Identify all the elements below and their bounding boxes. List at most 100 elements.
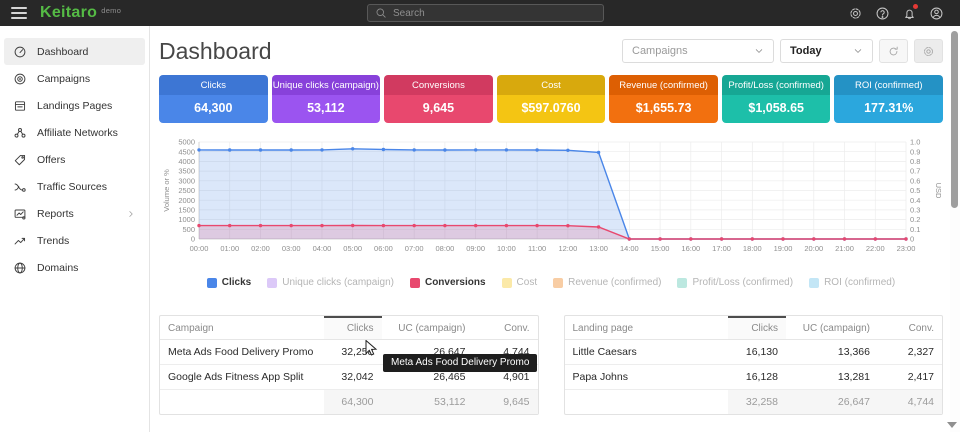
scrollbar-thumb[interactable]	[951, 31, 958, 208]
sidebar-item-offers[interactable]: Offers	[4, 146, 145, 173]
legend-item-roi-confirmed[interactable]: ROI (confirmed)	[809, 277, 895, 288]
legend-item-profit-loss-confirmed[interactable]: Profit/Loss (confirmed)	[677, 277, 793, 288]
refresh-icon	[887, 45, 900, 58]
sidebar-item-label: Landings Pages	[37, 100, 136, 112]
legend-item-unique-clicks-campaign[interactable]: Unique clicks (campaign)	[267, 277, 394, 288]
sidebar-item-affiliate-networks[interactable]: Affiliate Networks	[4, 119, 145, 146]
legend-label: Cost	[517, 277, 538, 288]
chart-legend: Clicks Unique clicks (campaign) Conversion…	[159, 277, 943, 288]
refresh-button[interactable]	[879, 39, 908, 63]
sidebar-item-traffic-sources[interactable]: Traffic Sources	[4, 173, 145, 200]
legend-item-cost[interactable]: Cost	[502, 277, 538, 288]
stat-card-clicks[interactable]: Clicks64,300	[159, 75, 268, 123]
table-row[interactable]: Papa Johns16,12813,2812,417	[565, 365, 943, 390]
sidebar: Dashboard Campaigns Landings Pages Affiliat…	[0, 26, 150, 432]
page-header: Dashboard Campaigns Today	[159, 34, 943, 68]
sidebar-item-label: Affiliate Networks	[37, 127, 136, 139]
svg-text:14:00: 14:00	[620, 244, 639, 253]
legend-item-conversions[interactable]: Conversions	[410, 277, 486, 288]
stat-card-revenue-confirmed[interactable]: Revenue (confirmed)$1,655.73	[609, 75, 718, 123]
svg-text:0: 0	[191, 235, 195, 244]
landings-icon	[13, 99, 27, 113]
svg-text:0.2: 0.2	[910, 215, 920, 224]
traffic-chart-svg: 00:0001:0002:0003:0004:0005:0006:0007:00…	[159, 135, 944, 263]
column-header-campaign[interactable]: Campaign	[160, 317, 324, 340]
svg-text:11:00: 11:00	[528, 244, 546, 253]
svg-text:500: 500	[182, 225, 195, 234]
row-name-cell[interactable]: Google Ads Fitness App Split	[160, 365, 324, 390]
column-header-clicks[interactable]: Clicks	[728, 317, 786, 340]
stat-card-cost[interactable]: Cost$597.0760	[497, 75, 606, 123]
sidebar-item-label: Campaigns	[37, 73, 136, 85]
svg-text:03:00: 03:00	[282, 244, 301, 253]
svg-text:02:00: 02:00	[251, 244, 270, 253]
sidebar-item-label: Trends	[37, 235, 136, 247]
total-cell	[565, 390, 729, 415]
sidebar-item-dashboard[interactable]: Dashboard	[4, 38, 145, 65]
scroll-down-arrow-icon[interactable]	[947, 422, 957, 428]
search-input[interactable]	[393, 8, 596, 19]
svg-text:1000: 1000	[178, 215, 195, 224]
svg-text:0.4: 0.4	[910, 196, 920, 205]
legend-label: Unique clicks (campaign)	[282, 277, 394, 288]
help-icon[interactable]	[874, 5, 890, 21]
column-header-clicks[interactable]: Clicks	[324, 317, 382, 340]
sidebar-item-landings-pages[interactable]: Landings Pages	[4, 92, 145, 119]
sidebar-item-campaigns[interactable]: Campaigns	[4, 65, 145, 92]
chevron-right-icon	[126, 209, 136, 219]
legend-swatch	[553, 278, 563, 288]
svg-text:0.1: 0.1	[910, 225, 920, 234]
row-name-cell[interactable]: Meta Ads Food Delivery Promo	[160, 340, 324, 365]
trends-icon	[13, 234, 27, 248]
stat-card-profit-loss-confirmed[interactable]: Profit/Loss (confirmed)$1,058.65	[722, 75, 831, 123]
affiliate-networks-icon	[13, 126, 27, 140]
totals-row: 32,25826,6474,744	[565, 390, 943, 415]
row-name-cell[interactable]: Papa Johns	[565, 365, 729, 390]
row-value-cell: 32,258	[324, 340, 382, 365]
total-cell: 53,112	[382, 390, 474, 415]
account-icon[interactable]	[928, 5, 944, 21]
campaign-filter-select[interactable]: Campaigns	[622, 39, 774, 63]
stat-card-conversions[interactable]: Conversions9,645	[384, 75, 493, 123]
svg-text:09:00: 09:00	[466, 244, 485, 253]
summary-tables: CampaignClicksUC (campaign)Conv.Meta Ads…	[159, 315, 943, 415]
page-scrollbar[interactable]	[950, 26, 960, 432]
stat-card-label: Conversions	[384, 75, 493, 95]
stat-card-value: 177.31%	[834, 95, 943, 123]
settings-icon[interactable]	[847, 5, 863, 21]
sidebar-item-trends[interactable]: Trends	[4, 227, 145, 254]
app-logo[interactable]: Keitaro demo	[40, 4, 121, 22]
stat-card-roi-confirmed[interactable]: ROI (confirmed)177.31%	[834, 75, 943, 123]
date-range-select[interactable]: Today	[780, 39, 873, 63]
notifications-bell[interactable]	[901, 5, 917, 21]
gear-icon	[922, 45, 935, 58]
table-row[interactable]: Little Caesars16,13013,3662,327	[565, 340, 943, 365]
chart-settings-button[interactable]	[914, 39, 943, 63]
stat-card-value: 64,300	[159, 95, 268, 123]
svg-text:04:00: 04:00	[313, 244, 332, 253]
svg-text:21:00: 21:00	[835, 244, 854, 253]
column-header-uc-campaign[interactable]: UC (campaign)	[382, 317, 474, 340]
sidebar-item-domains[interactable]: Domains	[4, 254, 145, 281]
legend-label: Revenue (confirmed)	[568, 277, 661, 288]
legend-item-revenue-confirmed[interactable]: Revenue (confirmed)	[553, 277, 661, 288]
svg-text:3000: 3000	[178, 176, 195, 185]
search-icon	[375, 7, 387, 19]
column-header-uc-campaign[interactable]: UC (campaign)	[786, 317, 878, 340]
column-header-landing-page[interactable]: Landing page	[565, 317, 729, 340]
sidebar-item-label: Traffic Sources	[37, 181, 136, 193]
legend-item-clicks[interactable]: Clicks	[207, 277, 251, 288]
stat-card-label: Revenue (confirmed)	[609, 75, 718, 95]
svg-text:05:00: 05:00	[343, 244, 362, 253]
campaign-filter-value: Campaigns	[632, 45, 688, 57]
svg-text:01:00: 01:00	[220, 244, 239, 253]
row-value-cell: 13,281	[786, 365, 878, 390]
menu-icon[interactable]	[11, 7, 27, 19]
stat-card-unique-clicks-campaign[interactable]: Unique clicks (campaign)53,112	[272, 75, 381, 123]
column-header-conv[interactable]: Conv.	[474, 317, 538, 340]
global-search[interactable]	[367, 4, 604, 22]
row-name-cell[interactable]: Little Caesars	[565, 340, 729, 365]
total-cell: 4,744	[878, 390, 942, 415]
column-header-conv[interactable]: Conv.	[878, 317, 942, 340]
sidebar-item-reports[interactable]: Reports	[4, 200, 145, 227]
